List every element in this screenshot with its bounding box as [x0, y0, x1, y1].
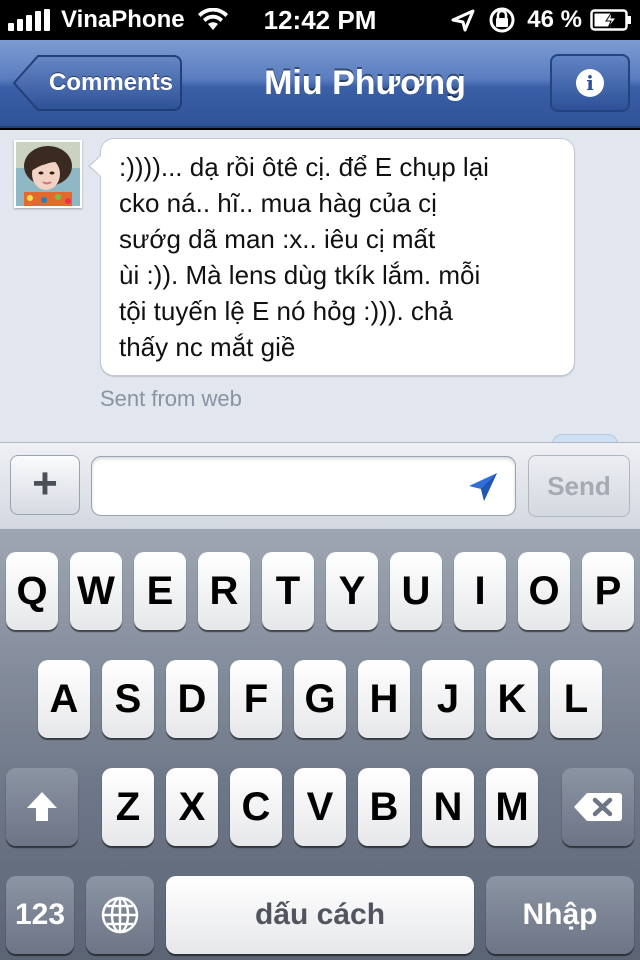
key-p[interactable]: P	[582, 552, 634, 630]
backspace-icon	[574, 793, 622, 821]
key-k[interactable]: K	[486, 660, 538, 738]
message-bubble[interactable]: :))))... dạ rồi ôtê cị. để E chụp lại ck…	[100, 138, 575, 376]
compose-bar: + Send	[0, 442, 640, 530]
status-right: 46 %	[451, 6, 632, 34]
conversation-thread[interactable]: :))))... dạ rồi ôtê cị. để E chụp lại ck…	[0, 130, 640, 442]
bubble-tail-inner	[90, 155, 102, 177]
shift-arrow-icon	[27, 792, 57, 821]
key-b[interactable]: B	[358, 768, 410, 846]
avatar[interactable]	[14, 140, 82, 208]
space-key[interactable]: dấu cách	[166, 876, 474, 954]
next-message-bubble[interactable]	[552, 434, 618, 442]
key-l[interactable]: L	[550, 660, 602, 738]
send-button[interactable]: Send	[528, 455, 630, 517]
keyboard: Q W E R T Y U I O P A S D F G H J K L Z …	[0, 530, 640, 960]
key-q[interactable]: Q	[6, 552, 58, 630]
shift-key[interactable]	[6, 768, 78, 846]
key-t[interactable]: T	[262, 552, 314, 630]
numbers-key[interactable]: 123	[6, 876, 74, 954]
battery-percent: 46 %	[527, 6, 582, 33]
attach-button[interactable]: +	[10, 455, 80, 515]
back-button-comments[interactable]: Comments	[12, 54, 182, 112]
message-input[interactable]	[91, 456, 516, 516]
key-i[interactable]: I	[454, 552, 506, 630]
key-u[interactable]: U	[390, 552, 442, 630]
globe-icon	[101, 896, 139, 934]
key-g[interactable]: G	[294, 660, 346, 738]
key-v[interactable]: V	[294, 768, 346, 846]
info-button[interactable]: i	[550, 54, 630, 112]
key-y[interactable]: Y	[326, 552, 378, 630]
back-button-label: Comments	[48, 69, 174, 96]
sent-from-label: Sent from web	[100, 386, 242, 411]
avatar-photo	[16, 142, 80, 206]
key-f[interactable]: F	[230, 660, 282, 738]
rotation-lock-icon	[489, 7, 515, 33]
key-n[interactable]: N	[422, 768, 474, 846]
conversation-title: Miu Phương	[264, 64, 466, 102]
battery-icon	[590, 9, 631, 31]
key-a[interactable]: A	[38, 660, 90, 738]
key-e[interactable]: E	[134, 552, 186, 630]
key-c[interactable]: C	[230, 768, 282, 846]
key-r[interactable]: R	[198, 552, 250, 630]
key-m[interactable]: M	[486, 768, 538, 846]
message-text: :))))... dạ rồi ôtê cị. để E chụp lại ck…	[119, 152, 489, 362]
info-icon: i	[576, 69, 604, 97]
key-x[interactable]: X	[166, 768, 218, 846]
key-z[interactable]: Z	[102, 768, 154, 846]
key-w[interactable]: W	[70, 552, 122, 630]
key-s[interactable]: S	[102, 660, 154, 738]
status-bar: VinaPhone 12:42 PM 46 %	[0, 0, 640, 40]
return-key[interactable]: Nhập	[486, 876, 634, 954]
key-h[interactable]: H	[358, 660, 410, 738]
key-d[interactable]: D	[166, 660, 218, 738]
navigation-bar: Comments Miu Phương i	[0, 40, 640, 128]
backspace-key[interactable]	[562, 768, 634, 846]
key-o[interactable]: O	[518, 552, 570, 630]
location-arrow-icon	[451, 9, 475, 32]
location-arrow-icon[interactable]	[467, 471, 499, 503]
globe-key[interactable]	[86, 876, 154, 954]
key-j[interactable]: J	[422, 660, 474, 738]
